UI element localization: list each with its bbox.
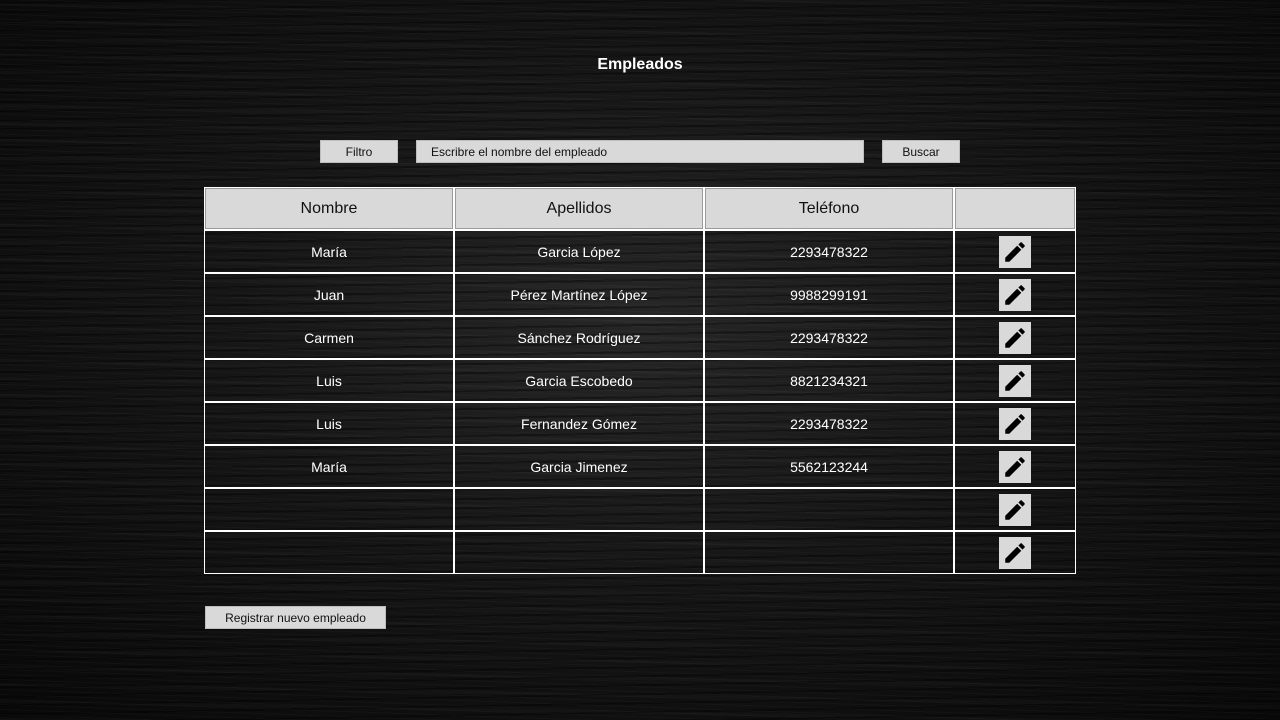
edit-button[interactable] — [999, 321, 1031, 354]
cell-actions — [954, 316, 1076, 359]
cell-telefono: 9988299191 — [704, 273, 954, 316]
pencil-icon — [1002, 497, 1028, 523]
pencil-icon — [1002, 411, 1028, 437]
table-row: María Garcia Jimenez 5562123244 — [204, 445, 1076, 488]
table-row: Luis Garcia Escobedo 8821234321 — [204, 359, 1076, 402]
cell-actions — [954, 402, 1076, 445]
cell-nombre: Juan — [204, 273, 454, 316]
cell-telefono: 2293478322 — [704, 230, 954, 273]
edit-button[interactable] — [999, 493, 1031, 526]
pencil-icon — [1002, 282, 1028, 308]
edit-button[interactable] — [999, 536, 1031, 569]
cell-nombre — [204, 531, 454, 574]
cell-telefono: 5562123244 — [704, 445, 954, 488]
cell-actions — [954, 273, 1076, 316]
register-employee-button[interactable]: Registrar nuevo empleado — [205, 606, 386, 629]
cell-actions — [954, 445, 1076, 488]
cell-nombre — [204, 488, 454, 531]
table-header: Nombre Apellidos Teléfono — [204, 187, 1076, 230]
pencil-icon — [1002, 325, 1028, 351]
pencil-icon — [1002, 239, 1028, 265]
edit-button[interactable] — [999, 407, 1031, 440]
column-header-actions — [954, 187, 1076, 230]
edit-button[interactable] — [999, 450, 1031, 483]
cell-nombre: Luis — [204, 402, 454, 445]
employees-table: Nombre Apellidos Teléfono María Garcia Ló… — [204, 187, 1076, 574]
cell-actions — [954, 359, 1076, 402]
table-row — [204, 531, 1076, 574]
search-button[interactable]: Buscar — [882, 140, 960, 163]
filter-button[interactable]: Filtro — [320, 140, 398, 163]
cell-actions — [954, 230, 1076, 273]
cell-actions — [954, 531, 1076, 574]
cell-telefono: 8821234321 — [704, 359, 954, 402]
table-row: Luis Fernandez Gómez 2293478322 — [204, 402, 1076, 445]
edit-button[interactable] — [999, 278, 1031, 311]
cell-apellidos: Garcia Jimenez — [454, 445, 704, 488]
cell-apellidos: Garcia Escobedo — [454, 359, 704, 402]
pencil-icon — [1002, 454, 1028, 480]
cell-telefono — [704, 488, 954, 531]
cell-apellidos — [454, 488, 704, 531]
column-header-apellidos: Apellidos — [454, 187, 704, 230]
cell-telefono: 2293478322 — [704, 402, 954, 445]
search-input[interactable] — [416, 140, 864, 163]
pencil-icon — [1002, 368, 1028, 394]
table-row: Carmen Sánchez Rodríguez 2293478322 — [204, 316, 1076, 359]
table-row — [204, 488, 1076, 531]
cell-nombre: Luis — [204, 359, 454, 402]
cell-telefono — [704, 531, 954, 574]
pencil-icon — [1002, 540, 1028, 566]
cell-apellidos: Pérez Martínez López — [454, 273, 704, 316]
table-row: Juan Pérez Martínez López 9988299191 — [204, 273, 1076, 316]
column-header-telefono: Teléfono — [704, 187, 954, 230]
edit-button[interactable] — [999, 364, 1031, 397]
page-title: Empleados — [597, 56, 683, 73]
table-row: María Garcia López 2293478322 — [204, 230, 1076, 273]
cell-nombre: Carmen — [204, 316, 454, 359]
cell-apellidos: Fernandez Gómez — [454, 402, 704, 445]
cell-telefono: 2293478322 — [704, 316, 954, 359]
column-header-nombre: Nombre — [204, 187, 454, 230]
cell-actions — [954, 488, 1076, 531]
edit-button[interactable] — [999, 235, 1031, 268]
table-body: María Garcia López 2293478322 Juan Pérez Mar… — [204, 230, 1076, 574]
cell-apellidos — [454, 531, 704, 574]
cell-nombre: María — [204, 230, 454, 273]
cell-nombre: María — [204, 445, 454, 488]
cell-apellidos: Sánchez Rodríguez — [454, 316, 704, 359]
cell-apellidos: Garcia López — [454, 230, 704, 273]
